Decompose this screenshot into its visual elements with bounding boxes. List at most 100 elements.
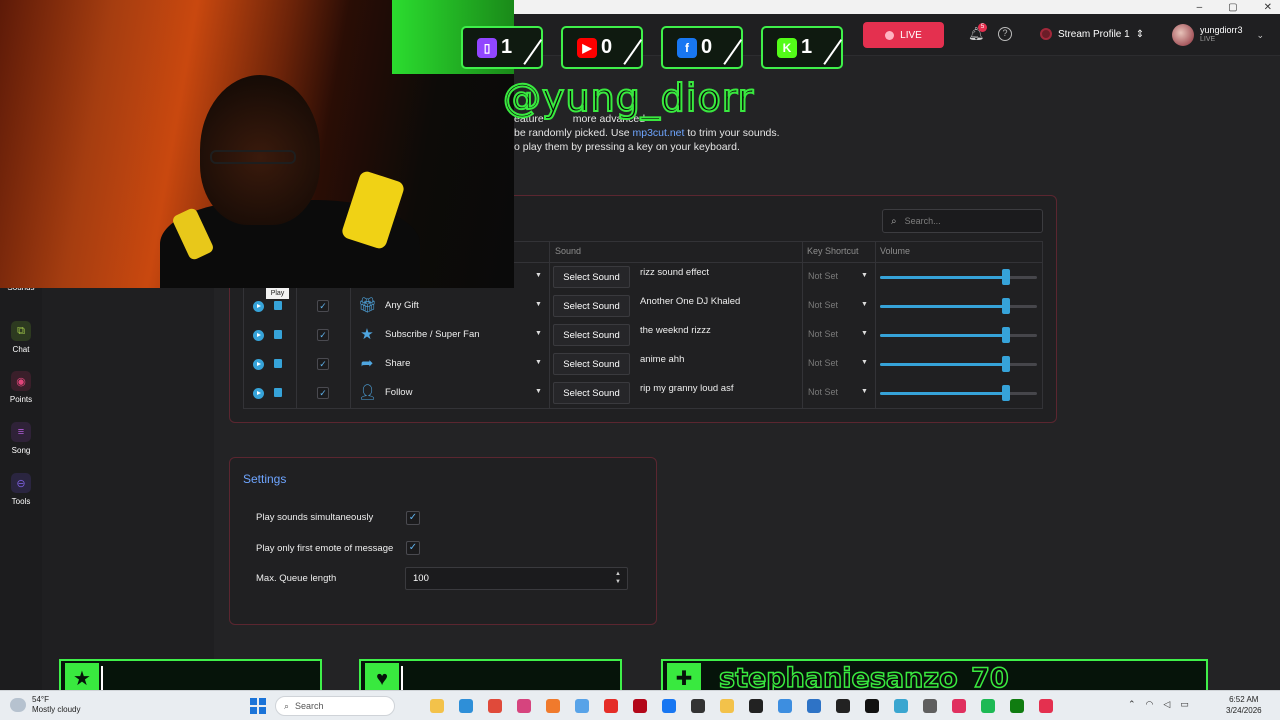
taskbar-search[interactable]: ⌕ Search xyxy=(275,696,395,716)
screen: – ▢ ✕ LIVE 🔔︎ 5 ? Stream Profile 1 ⇕ yun… xyxy=(0,0,1280,720)
select-sound-button[interactable]: Select Sound xyxy=(553,266,630,288)
volume-slider-thumb[interactable] xyxy=(1002,298,1010,314)
github-icon[interactable] xyxy=(836,699,850,713)
key-shortcut[interactable]: Not Set xyxy=(808,387,838,397)
select-sound-button[interactable]: Select Sound xyxy=(553,382,630,404)
speaker-icon[interactable]: ◁ xyxy=(1163,699,1170,710)
select-sound-button[interactable]: Select Sound xyxy=(553,324,630,346)
sound-name: anime ahh xyxy=(640,354,685,365)
trash-icon[interactable] xyxy=(274,301,282,310)
firefox-icon[interactable] xyxy=(546,699,560,713)
amazon-icon[interactable] xyxy=(749,699,763,713)
profile-icon xyxy=(1040,28,1052,40)
spotify-icon[interactable] xyxy=(981,699,995,713)
sidebar-item-song[interactable]: ≡ Song xyxy=(0,422,42,455)
system-tray: ⌃ ◠ ◁ ▭ xyxy=(1128,699,1189,710)
queue-length-label: Max. Queue length xyxy=(256,573,337,584)
trash-icon[interactable] xyxy=(274,359,282,368)
key-shortcut[interactable]: Not Set xyxy=(808,300,838,310)
stepper-icon[interactable]: ▲ ▼ xyxy=(615,570,621,586)
folder-icon[interactable] xyxy=(720,699,734,713)
key-dropdown-icon[interactable]: ▼ xyxy=(861,272,868,279)
intro-line-2b: to trim your sounds. xyxy=(687,127,780,139)
sidebar-item-points[interactable]: ◉ Points xyxy=(0,371,42,404)
instagram-icon[interactable] xyxy=(517,699,531,713)
photos-icon[interactable] xyxy=(575,699,589,713)
enabled-checkbox[interactable]: ✓ xyxy=(317,300,329,312)
volume-slider-thumb[interactable] xyxy=(1002,327,1010,343)
enabled-checkbox[interactable]: ✓ xyxy=(317,329,329,341)
key-dropdown-icon[interactable]: ▼ xyxy=(861,301,868,308)
key-dropdown-icon[interactable]: ▼ xyxy=(861,330,868,337)
counter-badge: ▶ 0 xyxy=(561,26,643,69)
app-icon[interactable] xyxy=(923,699,937,713)
trash-icon[interactable] xyxy=(274,388,282,397)
chrome-icon[interactable] xyxy=(488,699,502,713)
windows-start-icon[interactable] xyxy=(250,698,266,714)
volume-slider-thumb[interactable] xyxy=(1002,385,1010,401)
battery-icon[interactable]: ▭ xyxy=(1180,699,1189,710)
trigger-dropdown-icon[interactable]: ▼ xyxy=(535,301,542,308)
netflix-icon[interactable] xyxy=(633,699,647,713)
clock-date: 3/24/2026 xyxy=(1226,706,1262,715)
go-live-button[interactable]: LIVE xyxy=(863,22,944,48)
simultaneous-checkbox[interactable]: ✓ xyxy=(406,511,420,525)
roblox-icon[interactable] xyxy=(691,699,705,713)
tiktok-live-icon[interactable] xyxy=(952,699,966,713)
trigger-dropdown-icon[interactable]: ▼ xyxy=(535,330,542,337)
play-icon[interactable] xyxy=(253,330,264,341)
arrow-icon xyxy=(611,31,643,65)
select-sound-button[interactable]: Select Sound xyxy=(553,353,630,375)
stream-profile-selector[interactable]: Stream Profile 1 ⇕ xyxy=(1040,26,1144,42)
key-shortcut[interactable]: Not Set xyxy=(808,271,838,281)
sidebar-item-tools[interactable]: ⊖ Tools xyxy=(0,473,42,506)
weather-widget[interactable]: 54°F Mostly cloudy xyxy=(10,695,80,715)
queue-length-input[interactable]: 100 ▲ ▼ xyxy=(405,567,628,590)
sidebar-item-label: Points xyxy=(9,395,33,404)
play-icon[interactable] xyxy=(253,359,264,370)
volume-slider-thumb[interactable] xyxy=(1002,269,1010,285)
enabled-checkbox[interactable]: ✓ xyxy=(317,387,329,399)
xbox-icon[interactable] xyxy=(1010,699,1024,713)
chevron-up-icon[interactable]: ⌃ xyxy=(1128,699,1136,710)
mp3cut-link[interactable]: mp3cut.net xyxy=(632,127,684,139)
trigger-dropdown-icon[interactable]: ▼ xyxy=(535,388,542,395)
trigger-dropdown-icon[interactable]: ▼ xyxy=(535,359,542,366)
sidebar-item-label: Song xyxy=(11,446,31,455)
store-icon[interactable] xyxy=(778,699,792,713)
clock[interactable]: 6:52 AM 3/24/2026 xyxy=(1226,694,1262,716)
song-icon: ≡ xyxy=(11,422,31,442)
maximize-button[interactable]: ▢ xyxy=(1228,2,1237,13)
trigger-dropdown-icon[interactable]: ▼ xyxy=(535,272,542,279)
edge-icon[interactable] xyxy=(459,699,473,713)
clock-time: 6:52 AM xyxy=(1229,695,1259,704)
enabled-checkbox[interactable]: ✓ xyxy=(317,358,329,370)
first-emote-checkbox[interactable]: ✓ xyxy=(406,541,420,555)
close-button[interactable]: ✕ xyxy=(1264,2,1272,13)
app-icon[interactable] xyxy=(894,699,908,713)
alert-cursor xyxy=(401,666,403,690)
youtube-icon[interactable] xyxy=(604,699,618,713)
search-input[interactable]: ⌕ Search... xyxy=(882,209,1043,233)
minimize-button[interactable]: – xyxy=(1197,2,1203,13)
key-dropdown-icon[interactable]: ▼ xyxy=(861,359,868,366)
trash-icon[interactable] xyxy=(274,330,282,339)
key-shortcut[interactable]: Not Set xyxy=(808,329,838,339)
help-icon[interactable]: ? xyxy=(998,27,1012,41)
user-menu[interactable]: yungdiorr3 LIVE ⌄ xyxy=(1172,22,1264,48)
wifi-icon[interactable]: ◠ xyxy=(1146,699,1154,710)
mail-icon[interactable] xyxy=(807,699,821,713)
streaming-app-icon[interactable] xyxy=(1039,699,1053,713)
volume-fill xyxy=(880,363,1006,366)
key-shortcut[interactable]: Not Set xyxy=(808,358,838,368)
file-explorer-icon[interactable] xyxy=(430,699,444,713)
facebook-icon[interactable] xyxy=(662,699,676,713)
tiktok-icon[interactable] xyxy=(865,699,879,713)
volume-slider-thumb[interactable] xyxy=(1002,356,1010,372)
play-icon[interactable] xyxy=(253,388,264,399)
select-sound-button[interactable]: Select Sound xyxy=(553,295,630,317)
taskbar-search-label: Search xyxy=(295,701,324,711)
play-icon[interactable] xyxy=(253,301,264,312)
key-dropdown-icon[interactable]: ▼ xyxy=(861,388,868,395)
sidebar-item-chat[interactable]: ⧉ Chat xyxy=(0,321,42,354)
